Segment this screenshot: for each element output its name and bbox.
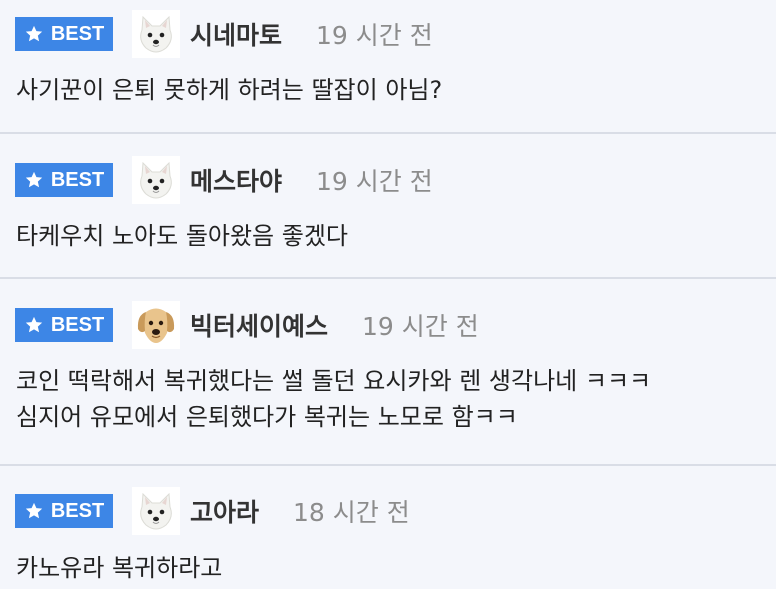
white-dog-avatar-icon[interactable] [132,487,180,535]
comment-text: 코인 떡락해서 복귀했다는 썰 돌던 요시카와 렌 생각나네 ㅋㅋㅋ 심지어 유… [16,363,651,435]
best-badge-label: BEST [50,22,105,45]
comment-line: 카노유라 복귀하라고 [16,554,223,582]
nickname[interactable]: 시네마토 [190,16,282,52]
best-badge: BEST [15,494,113,528]
comment-header: BEST 시네마토 19 시간 전 [15,10,433,58]
star-icon [25,171,42,188]
comment-line: 심지어 유모에서 은퇴했다가 복귀는 노모로 함ㅋㅋ [16,403,518,431]
nickname[interactable]: 고아라 [190,493,259,529]
comment-line: 타케우치 노아도 돌아왔음 좋겠다 [16,222,349,250]
nickname[interactable]: 빅터세이예스 [190,307,328,343]
star-icon [25,25,42,42]
white-dog-avatar-icon[interactable] [132,156,180,204]
white-dog-avatar-icon[interactable] [132,10,180,58]
comment-text: 타케우치 노아도 돌아왔음 좋겠다 [16,218,348,254]
best-badge: BEST [15,17,113,51]
star-icon [25,502,42,519]
comment-header: BEST 메스타야 19 시간 전 [15,156,433,204]
best-comment: BEST 빅터세이예스 19 시간 전 코인 떡락해서 복귀했다는 썰 돌던 요… [0,279,776,466]
best-badge-label: BEST [50,499,105,522]
comment-text: 카노유라 복귀하라고 [16,550,222,586]
timestamp: 19 시간 전 [316,21,433,50]
best-badge: BEST [15,308,113,342]
golden-dog-avatar-icon[interactable] [132,301,180,349]
comment-text: 사기꾼이 은퇴 못하게 하려는 딸잡이 아님? [16,72,442,108]
comment-header: BEST 빅터세이예스 19 시간 전 [15,301,479,349]
comment-line: 코인 떡락해서 복귀했다는 썰 돌던 요시카와 렌 생각나네 ㅋㅋㅋ [16,367,652,395]
nickname[interactable]: 메스타야 [190,162,282,198]
timestamp: 19 시간 전 [316,167,433,196]
best-comment: BEST 고아라 18 시간 전 카노유라 복귀하라고 [0,466,776,589]
comment-line: 사기꾼이 은퇴 못하게 하려는 딸잡이 아님? [16,76,443,104]
star-icon [25,316,42,333]
best-badge-label: BEST [50,168,105,191]
best-comment: BEST 메스타야 19 시간 전 타케우치 노아도 돌아왔음 좋겠다 [0,134,776,279]
best-badge: BEST [15,163,113,197]
best-comment: BEST 시네마토 19 시간 전 사기꾼이 은퇴 못하게 하려는 딸잡이 아님… [0,0,776,134]
best-badge-label: BEST [50,313,105,336]
timestamp: 18 시간 전 [293,498,410,527]
timestamp: 19 시간 전 [362,312,479,341]
comment-header: BEST 고아라 18 시간 전 [15,487,410,535]
